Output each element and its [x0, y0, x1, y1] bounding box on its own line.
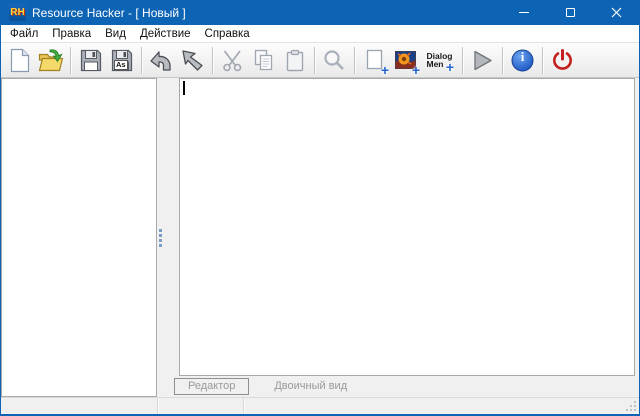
exit-icon [553, 48, 572, 70]
plus-icon: + [411, 62, 420, 78]
add-dialog-menu-button[interactable]: Dialog Men + [421, 45, 458, 75]
menu-edit[interactable]: Правка [45, 25, 98, 42]
new-file-button[interactable] [4, 45, 35, 75]
paste-button[interactable] [279, 45, 310, 75]
panel-splitter[interactable] [157, 78, 164, 397]
paste-icon [286, 49, 303, 71]
resource-hacker-window: RH Resource Hacker - [ Новый ] Файл Прав… [0, 0, 640, 416]
open-file-button[interactable] [35, 45, 66, 75]
copy-icon [254, 49, 272, 70]
menu-file[interactable]: Файл [3, 25, 45, 42]
menu-view[interactable]: Вид [98, 25, 133, 42]
status-section-1 [1, 398, 158, 414]
resource-tree-panel[interactable] [1, 78, 157, 397]
new-file-icon [10, 48, 29, 72]
plus-icon: + [445, 59, 454, 75]
tab-editor[interactable]: Редактор [174, 378, 250, 395]
toolbar-separator [354, 46, 355, 74]
menu-action[interactable]: Действие [133, 25, 198, 42]
splitter-grip-dot [159, 238, 162, 242]
info-glyph: i [520, 49, 525, 64]
minimize-button[interactable] [501, 0, 547, 25]
arrow-back-icon [150, 50, 171, 71]
open-folder-icon [38, 48, 63, 71]
find-button[interactable] [319, 45, 350, 75]
toolbar-separator [314, 46, 315, 74]
add-resource-button[interactable]: + [359, 45, 390, 78]
splitter-grip-dot [159, 233, 162, 237]
text-caret [183, 81, 185, 95]
titlebar[interactable]: RH Resource Hacker - [ Новый ] [1, 0, 639, 25]
tab-binary-view[interactable]: Двоичный вид [261, 379, 360, 394]
close-icon [611, 7, 621, 18]
app-icon: RH [9, 4, 26, 21]
toolbar: As + + Dialog Men + i [1, 43, 639, 78]
editor-row [164, 78, 639, 376]
cut-icon [222, 50, 241, 71]
save-as-label: As [114, 60, 128, 70]
save-icon [80, 49, 101, 71]
run-button[interactable] [467, 45, 498, 75]
run-icon [474, 50, 492, 70]
copy-button[interactable] [248, 45, 279, 75]
splitter-grip-dot [159, 228, 162, 232]
find-icon [324, 49, 344, 70]
status-section-2 [158, 398, 244, 414]
resize-grip[interactable] [626, 401, 637, 412]
arrow-forward-icon [182, 49, 203, 71]
script-editor[interactable] [179, 78, 635, 376]
arrow-back-button[interactable] [146, 45, 177, 75]
window-title: Resource Hacker - [ Новый ] [32, 5, 186, 20]
info-button[interactable]: i [507, 45, 538, 75]
maximize-icon [565, 8, 575, 17]
editor-pane: Редактор Двоичный вид [164, 78, 639, 397]
toolbar-separator [462, 46, 463, 74]
add-image-resource-button[interactable]: + [390, 45, 421, 78]
toolbar-separator [212, 46, 213, 74]
exit-button[interactable] [547, 45, 578, 75]
main-content: Редактор Двоичный вид [1, 78, 639, 397]
close-button[interactable] [593, 0, 639, 25]
toolbar-separator [70, 46, 71, 74]
statusbar [1, 397, 639, 414]
arrow-forward-button[interactable] [177, 45, 208, 75]
toolbar-separator [141, 46, 142, 74]
minimize-icon [519, 12, 529, 13]
toolbar-separator [502, 46, 503, 74]
window-controls [501, 0, 639, 25]
plus-icon: + [380, 62, 389, 78]
cut-button[interactable] [217, 45, 248, 75]
status-section-3 [244, 398, 639, 414]
splitter-grip-dot [159, 243, 162, 247]
maximize-button[interactable] [547, 0, 593, 25]
menubar: Файл Правка Вид Действие Справка [1, 25, 639, 43]
view-tabs: Редактор Двоичный вид [164, 376, 639, 397]
menu-help[interactable]: Справка [198, 25, 257, 42]
save-button[interactable] [75, 45, 106, 75]
save-as-button[interactable]: As [106, 45, 137, 75]
editor-gutter [164, 78, 179, 376]
toolbar-separator [542, 46, 543, 74]
